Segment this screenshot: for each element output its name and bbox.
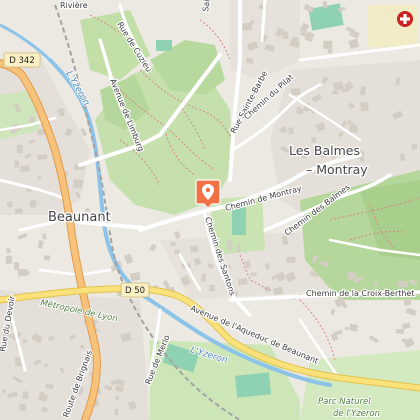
- building: [13, 262, 20, 271]
- map-canvas[interactable]: D 342 D 50 Rivière Sainte Rue de Cuzieu …: [0, 0, 420, 420]
- building: [359, 101, 370, 112]
- building: [236, 244, 241, 253]
- building: [288, 127, 295, 135]
- place-label-montray: – Montray: [306, 162, 368, 177]
- map-view[interactable]: D 342 D 50 Rivière Sainte Rue de Cuzieu …: [0, 0, 420, 420]
- building: [22, 339, 27, 344]
- building: [347, 271, 357, 280]
- building: [327, 48, 333, 54]
- building: [14, 160, 19, 168]
- building: [37, 154, 48, 160]
- shield-d342-label: D 342: [9, 56, 34, 66]
- road-label-croix-berthet: Chemin de la Croix-Berthet: [306, 289, 415, 298]
- building: [209, 284, 216, 292]
- building: [323, 40, 333, 49]
- building: [174, 249, 180, 254]
- building: [227, 240, 233, 250]
- building: [19, 403, 27, 411]
- building: [20, 165, 30, 173]
- building: [170, 241, 176, 246]
- building: [286, 256, 296, 264]
- building: [44, 255, 51, 261]
- building: [114, 408, 119, 416]
- hospital-cross-icon[interactable]: [397, 11, 413, 27]
- building: [72, 178, 84, 189]
- building: [395, 77, 400, 85]
- place-label-les-balmes: Les Balmes: [289, 143, 360, 158]
- building: [242, 22, 252, 31]
- building: [22, 391, 29, 400]
- building: [291, 88, 301, 96]
- place-label-beaunant: Beaunant: [48, 210, 111, 225]
- building: [201, 273, 206, 282]
- area-label-parc-naturel-1: Parc Naturel: [318, 397, 371, 407]
- building: [396, 328, 405, 334]
- building: [45, 384, 54, 389]
- building: [282, 31, 289, 40]
- building: [5, 255, 13, 265]
- area-label-parc-naturel-2: de l'Yzeron: [333, 409, 380, 419]
- building: [403, 298, 412, 306]
- building: [80, 344, 85, 349]
- building: [245, 57, 254, 65]
- building: [16, 144, 24, 154]
- building: [399, 153, 406, 161]
- building: [347, 120, 352, 126]
- shield-d342: D 342: [3, 52, 41, 68]
- building: [56, 109, 62, 113]
- building: [190, 245, 199, 253]
- building: [129, 272, 141, 282]
- road-label-riviere: Rivière: [60, 0, 88, 10]
- building: [348, 323, 358, 332]
- building: [411, 143, 418, 150]
- building: [37, 175, 42, 180]
- location-pin-icon[interactable]: [195, 179, 221, 207]
- building: [250, 272, 257, 277]
- building: [42, 233, 47, 240]
- building: [397, 280, 408, 288]
- shield-d50: D 50: [120, 282, 150, 298]
- building: [272, 286, 284, 296]
- building: [311, 137, 317, 143]
- building: [14, 208, 23, 214]
- shield-d50-label: D 50: [125, 286, 145, 296]
